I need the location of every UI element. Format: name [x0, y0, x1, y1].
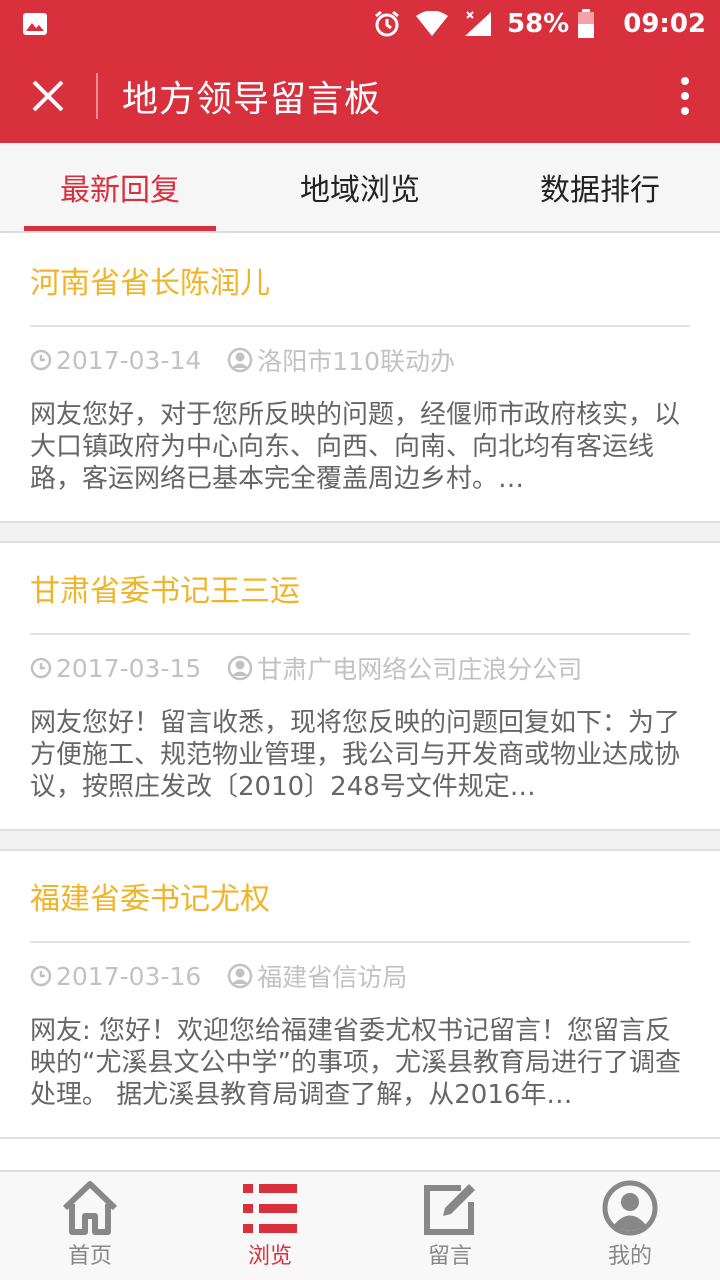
bottom-nav: 首页 浏览 留言 我的 [0, 1170, 720, 1280]
appbar-divider [96, 72, 98, 119]
signal-icon [463, 10, 493, 38]
message-card[interactable]: 河南省省长陈润儿 2017-03-14 洛阳市110联动办 网友您好，对于您所反… [0, 235, 720, 523]
nav-browse[interactable]: 浏览 [180, 1172, 360, 1280]
nav-browse-label: 浏览 [247, 1244, 292, 1269]
user-circle-icon [227, 655, 253, 681]
message-excerpt: 网友您好，对于您所反映的问题，经偃师市政府核实，以大口镇政府为中心向东、向西、向… [30, 400, 681, 494]
tab-data-ranking[interactable]: 数据排行 [480, 143, 720, 231]
message-card[interactable]: 福建省委书记尤权 2017-03-16 福建省信访局 网友: 您好！欢迎您给福建… [0, 851, 720, 1139]
message-title[interactable]: 河南省省长陈润儿 [30, 235, 690, 327]
message-excerpt: 网友您好！留言收悉，现将您反映的问题回复如下：为了方便施工、规范物业管理，我公司… [30, 708, 681, 802]
alarm-icon [373, 10, 401, 38]
message-meta: 2017-03-16 福建省信访局 [30, 943, 690, 1009]
more-button[interactable] [650, 48, 720, 143]
user-icon [602, 1180, 658, 1236]
clock: 09:02 [623, 9, 706, 39]
close-icon [32, 80, 64, 111]
home-icon [62, 1181, 118, 1235]
message-date: 2017-03-16 [56, 961, 202, 991]
tab-region-browse[interactable]: 地域浏览 [240, 143, 480, 231]
user-circle-icon [227, 347, 253, 373]
message-title[interactable]: 甘肃省委书记王三运 [30, 543, 690, 635]
more-vertical-icon [681, 76, 689, 115]
clock-icon [30, 965, 52, 987]
card-separator [0, 831, 720, 851]
tab-bar: 最新回复 地域浏览 数据排行 [0, 143, 720, 233]
user-circle-icon [227, 963, 253, 989]
tab-latest-replies[interactable]: 最新回复 [0, 143, 240, 231]
clock-icon [30, 657, 52, 679]
page-title: 地方领导留言板 [122, 78, 382, 120]
message-responder: 福建省信访局 [257, 963, 408, 992]
edit-icon [424, 1184, 475, 1235]
wifi-icon [415, 11, 449, 37]
app-bar: 地方领导留言板 [0, 48, 720, 143]
message-list: 河南省省长陈润儿 2017-03-14 洛阳市110联动办 网友您好，对于您所反… [0, 235, 720, 1139]
message-meta: 2017-03-14 洛阳市110联动办 [30, 327, 690, 393]
message-excerpt: 网友: 您好！欢迎您给福建省委尤权书记留言！您留言反映的“尤溪县文公中学”的事项… [30, 1016, 681, 1110]
message-date: 2017-03-14 [56, 345, 202, 375]
image-icon [22, 12, 48, 36]
card-separator [0, 523, 720, 543]
nav-mine[interactable]: 我的 [540, 1172, 720, 1280]
battery-percent: 58% [507, 9, 570, 39]
message-responder: 甘肃广电网络公司庄浪分公司 [257, 655, 583, 684]
list-icon [243, 1184, 297, 1233]
nav-message-label: 留言 [427, 1244, 472, 1269]
nav-mine-label: 我的 [607, 1244, 652, 1269]
nav-home-label: 首页 [67, 1244, 112, 1269]
clock-icon [30, 349, 52, 371]
message-responder: 洛阳市110联动办 [257, 347, 456, 376]
battery-icon [577, 9, 595, 39]
app-header: 58% 09:02 地方领导留言板 [0, 0, 720, 143]
nav-message[interactable]: 留言 [360, 1172, 540, 1280]
message-date: 2017-03-15 [56, 653, 202, 683]
nav-home[interactable]: 首页 [0, 1172, 180, 1280]
message-title[interactable]: 福建省委书记尤权 [30, 851, 690, 943]
message-meta: 2017-03-15 甘肃广电网络公司庄浪分公司 [30, 635, 690, 701]
close-button[interactable] [0, 48, 96, 143]
message-card[interactable]: 甘肃省委书记王三运 2017-03-15 甘肃广电网络公司庄浪分公司 网友您好！… [0, 543, 720, 831]
status-bar: 58% 09:02 [0, 0, 720, 48]
